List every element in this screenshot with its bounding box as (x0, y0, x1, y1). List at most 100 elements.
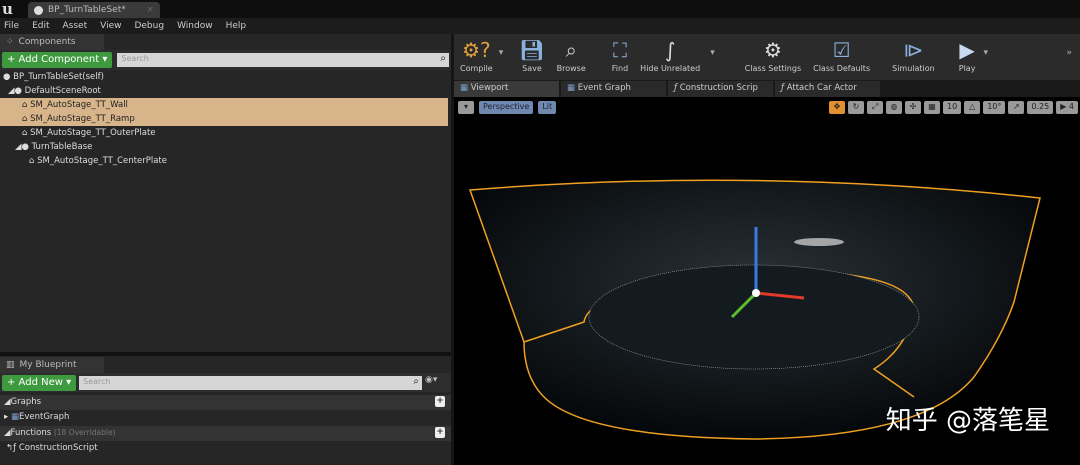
add-new-button[interactable]: + Add New ▾ (2, 375, 77, 391)
menu-debug[interactable]: Debug (134, 21, 164, 31)
hide-unrelated-label: Hide Unrelated (640, 64, 701, 73)
tab-event-graph[interactable]: ▦ Event Graph (561, 81, 666, 97)
close-tab-icon[interactable]: × (146, 5, 154, 15)
rotation-snap-toggle[interactable]: △ (964, 101, 981, 114)
play-label: Play (958, 64, 976, 73)
compile-options-dropdown[interactable]: ▾ (499, 34, 514, 80)
simulation-icon: ⧐ (903, 38, 924, 62)
graphs-section[interactable]: ◢Graphs + (0, 395, 451, 410)
tree-item[interactable]: ◢● DefaultSceneRoot (0, 84, 448, 98)
compile-label: Compile (460, 64, 493, 73)
simulation-button[interactable]: ⧐ Simulation (886, 34, 941, 80)
tree-item[interactable]: ⌂ SM_AutoStage_TT_Ramp (0, 112, 448, 126)
play-button[interactable]: ▶ Play (953, 34, 982, 80)
functions-section[interactable]: ◢Functions (18 Overridable) + (0, 426, 451, 441)
compile-button[interactable]: ⚙? Compile (454, 34, 499, 80)
menu-asset[interactable]: Asset (63, 21, 88, 31)
play-icon: ▶ (959, 38, 975, 62)
translate-mode-button[interactable]: ✥ (829, 101, 846, 114)
class-settings-label: Class Settings (744, 64, 802, 73)
tree-item-label: SM_AutoStage_TT_CenterPlate (37, 156, 167, 166)
compile-icon: ⚙? (462, 38, 491, 62)
class-defaults-label: Class Defaults (813, 64, 871, 73)
toolbar-overflow-icon[interactable]: » (1066, 34, 1080, 80)
document-tab[interactable]: BP_TurnTableSet* × (28, 2, 160, 18)
function-icon: ↰ƒ (6, 443, 17, 453)
components-tab[interactable]: ⁘ Components (0, 34, 104, 50)
highlight (794, 238, 844, 246)
component-tree: ● BP_TurnTableSet(self) ◢● DefaultSceneR… (0, 70, 448, 168)
rotate-mode-button[interactable]: ↻ (848, 101, 865, 114)
toolbar: ⚙? Compile ▾ 💾︎ Save ⌕ Browse ⛶ Find ∫ Hide U… (454, 34, 1080, 80)
scale-snap-value[interactable]: 0.25 (1027, 101, 1054, 114)
tab-label: Viewport (470, 83, 509, 93)
tree-item[interactable]: ⌂ SM_AutoStage_TT_Wall (0, 98, 448, 112)
save-button[interactable]: 💾︎ Save (513, 34, 550, 80)
find-label: Find (611, 64, 629, 73)
construction-script-label: ConstructionScript (18, 443, 98, 453)
watermark: 知乎 @落笔星 (885, 406, 1050, 436)
title-bar: u BP_TurnTableSet* × (0, 0, 1080, 18)
panel-splitter[interactable] (0, 352, 451, 356)
viewport-options-dropdown[interactable]: ▾ (458, 101, 474, 114)
tree-item[interactable]: ⌂ SM_AutoStage_TT_OuterPlate (0, 126, 448, 140)
scale-mode-button[interactable]: ⤢ (867, 101, 884, 114)
tab-viewport[interactable]: ▦ Viewport (454, 81, 559, 97)
rotation-snap-value[interactable]: 10° (983, 101, 1006, 114)
class-defaults-button[interactable]: ☑ Class Defaults (807, 34, 876, 80)
menu-window[interactable]: Window (177, 21, 213, 31)
grid-snap-toggle[interactable]: ▦ (924, 101, 941, 114)
menu-file[interactable]: File (4, 21, 19, 31)
camera-speed-button[interactable]: ▶ 4 (1056, 101, 1078, 114)
menu-view[interactable]: View (100, 21, 121, 31)
document-tab-label: BP_TurnTableSet* (48, 5, 126, 15)
play-options-dropdown[interactable]: ▾ (981, 34, 988, 80)
save-label: Save (522, 64, 542, 73)
grid-snap-value[interactable]: 10 (943, 101, 962, 114)
event-graph-item[interactable]: ▸ ▦EventGraph (0, 410, 451, 426)
search-placeholder: Search (83, 377, 111, 386)
lit-button[interactable]: Lit (538, 101, 557, 114)
tree-item-label: TurnTableBase (31, 142, 93, 152)
hide-unrelated-icon: ∫ (664, 38, 676, 62)
tree-item-label: SM_AutoStage_TT_Wall (30, 100, 128, 110)
tree-item-label: BP_TurnTableSet(self) (13, 72, 104, 82)
my-blueprint-tab-label: My Blueprint (19, 360, 77, 370)
tree-item[interactable]: ● BP_TurnTableSet(self) (0, 70, 448, 84)
viewport-left-controls: ▾ Perspective Lit (458, 101, 557, 114)
hide-unrelated-button[interactable]: ∫ Hide Unrelated (634, 34, 706, 80)
my-blueprint-tab[interactable]: ▥ My Blueprint (0, 357, 104, 373)
find-button[interactable]: ⛶ Find (606, 34, 634, 80)
add-component-button[interactable]: + Add Component ▾ (2, 52, 113, 68)
add-graph-button[interactable]: + (435, 396, 445, 407)
tree-item[interactable]: ◢● TurnTableBase (0, 140, 448, 154)
world-local-button[interactable]: ◍ (886, 101, 903, 114)
search-icon: ⌕ (413, 376, 419, 387)
class-settings-icon: ⚙ (763, 38, 782, 62)
class-settings-button[interactable]: ⚙ Class Settings (739, 34, 807, 80)
blueprint-icon (34, 5, 43, 15)
editor-tabs: ▦ Viewport ▦ Event Graph ƒ Construction … (454, 81, 1080, 97)
hide-unrelated-dropdown[interactable]: ▾ (706, 34, 739, 80)
construction-script-item[interactable]: ↰ƒ ConstructionScript (0, 441, 451, 455)
visibility-eye-icon[interactable]: ◉▾ (425, 375, 449, 390)
components-search-input[interactable]: Search ⌕ (117, 53, 449, 67)
functions-note: (18 Overridable) (53, 428, 116, 437)
tab-construction-script[interactable]: ƒ Construction Scrip (668, 81, 773, 97)
tree-item-label: DefaultSceneRoot (24, 86, 101, 96)
add-function-button[interactable]: + (435, 427, 445, 438)
menu-help[interactable]: Help (226, 21, 247, 31)
menu-edit[interactable]: Edit (32, 21, 49, 31)
perspective-button[interactable]: Perspective (479, 101, 534, 114)
tab-attach-car-actor[interactable]: ƒ Attach Car Actor (775, 81, 880, 97)
blueprint-search-input[interactable]: Search ⌕ (79, 376, 422, 390)
book-icon: ▥ (6, 360, 15, 370)
scale-snap-toggle[interactable]: ↗ (1008, 101, 1025, 114)
tree-item[interactable]: ⌂ SM_AutoStage_TT_CenterPlate (0, 154, 448, 168)
surface-snap-button[interactable]: ✣ (905, 101, 922, 114)
function-icon: ƒ (674, 83, 677, 93)
graph-icon: ▦ (567, 83, 576, 93)
browse-button[interactable]: ⌕ Browse (551, 34, 592, 80)
unreal-logo: u (2, 0, 13, 18)
find-icon: ⛶ (612, 38, 627, 62)
